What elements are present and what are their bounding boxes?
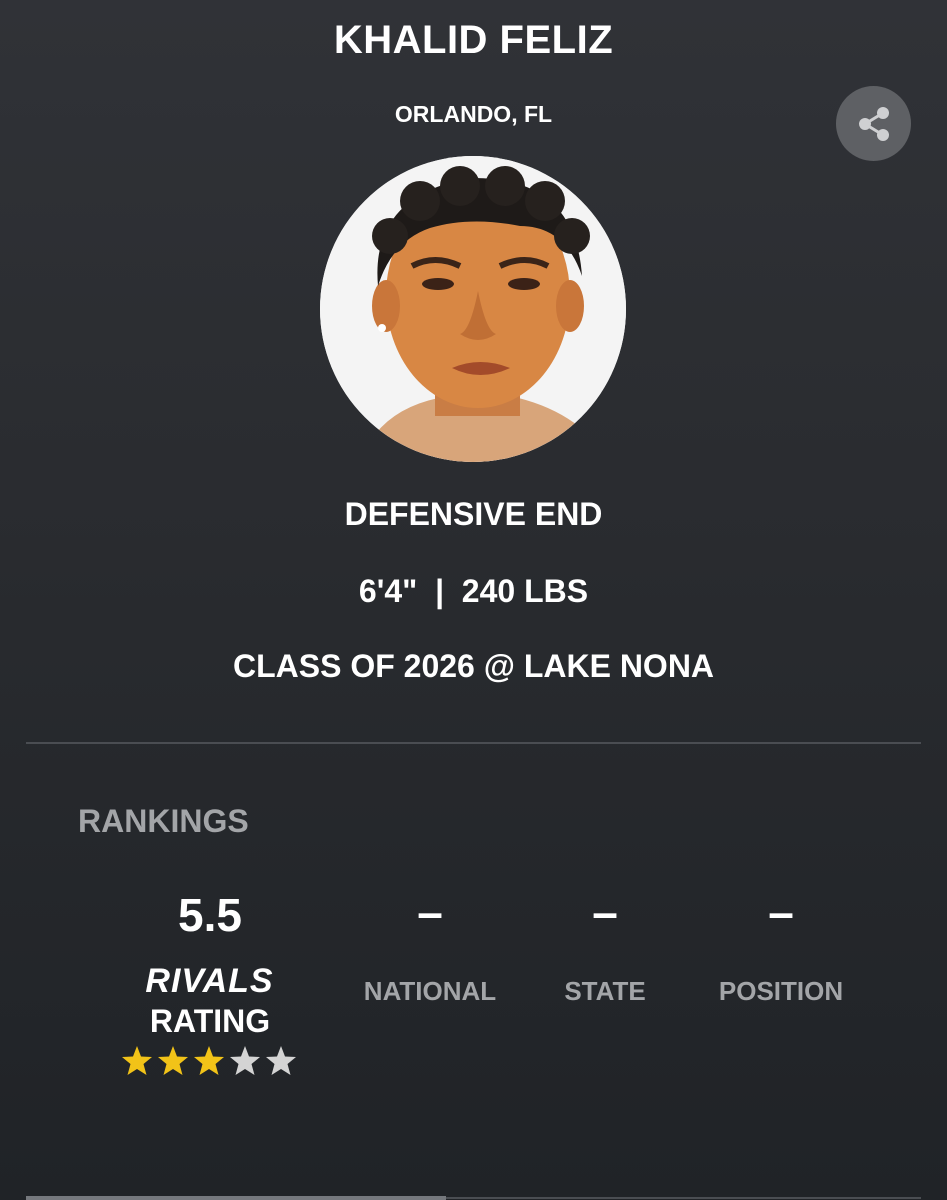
star-filled-icon <box>158 1046 188 1075</box>
star-empty-icon <box>266 1046 296 1075</box>
player-position: DEFENSIVE END <box>344 496 603 532</box>
player-height: 6'4" <box>358 573 418 609</box>
measurement-separator: | <box>435 573 445 609</box>
player-class-school: CLASS OF 2026 @ LAKE NONA <box>232 648 715 684</box>
national-rank-value: – <box>417 886 443 938</box>
bottom-divider <box>446 1197 921 1199</box>
share-button[interactable] <box>836 86 911 161</box>
position-rank-value: – <box>768 886 794 938</box>
player-weight: 240 LBS <box>461 573 589 609</box>
player-location: ORLANDO, FL <box>394 101 553 127</box>
rankings-title: RANKINGS <box>78 803 249 839</box>
rivals-rating-value: 5.5 <box>178 889 242 941</box>
star-rating <box>120 1044 300 1078</box>
star-empty-icon <box>230 1046 260 1075</box>
rivals-logo-text: RIVALS <box>145 963 273 997</box>
rivals-logo: RIVALS <box>145 963 273 997</box>
position-rank-label: POSITION <box>718 976 844 1006</box>
star-filled-icon <box>122 1046 152 1075</box>
section-divider <box>26 742 921 744</box>
state-rank-label: STATE <box>564 976 646 1006</box>
share-icon <box>858 106 889 141</box>
rating-label: RATING <box>149 1003 271 1039</box>
player-measurements: 6'4" | 240 LBS <box>0 573 947 610</box>
state-rank-value: – <box>592 886 618 938</box>
star-filled-icon <box>194 1046 224 1075</box>
player-avatar <box>320 156 626 462</box>
player-headshot-image <box>320 156 626 462</box>
player-name: KHALID FELIZ <box>333 18 614 62</box>
national-rank-label: NATIONAL <box>363 976 497 1006</box>
scroll-indicator <box>26 1196 446 1200</box>
